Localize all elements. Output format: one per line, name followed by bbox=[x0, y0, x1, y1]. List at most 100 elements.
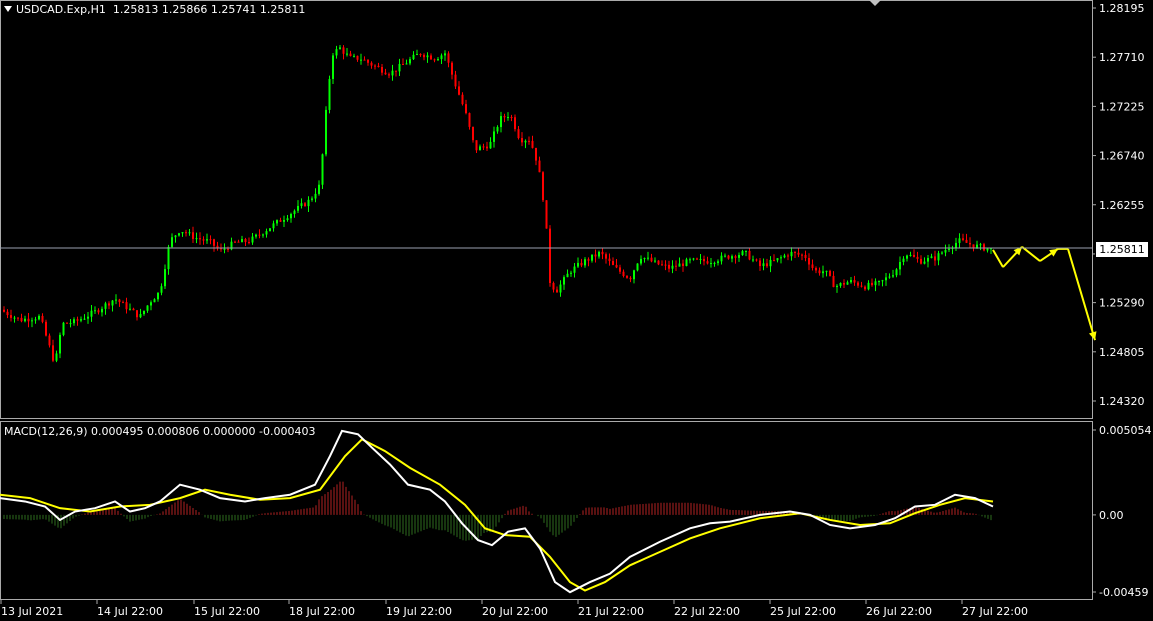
candle-body bbox=[97, 310, 100, 313]
candle-body bbox=[41, 315, 44, 322]
candle-body bbox=[363, 59, 366, 61]
candle-body bbox=[374, 65, 376, 67]
price-tick-label: 1.26255 bbox=[1099, 199, 1145, 212]
candle-body bbox=[703, 258, 705, 262]
candle-body bbox=[90, 310, 93, 317]
candle-body bbox=[937, 253, 940, 261]
collapse-triangle-icon[interactable] bbox=[4, 6, 12, 12]
candle-body bbox=[146, 305, 149, 311]
candle-body bbox=[286, 218, 289, 221]
candle-body bbox=[342, 47, 345, 54]
candle-body bbox=[580, 262, 583, 266]
candle-body bbox=[731, 256, 733, 259]
candle-body bbox=[489, 141, 492, 149]
candle-body bbox=[528, 140, 530, 142]
candle-body bbox=[262, 234, 264, 236]
candle-body bbox=[727, 255, 730, 259]
candle-body bbox=[38, 315, 40, 320]
candle-body bbox=[388, 74, 390, 76]
price-tick-label: 1.27710 bbox=[1099, 51, 1145, 64]
candle-body bbox=[857, 282, 859, 286]
candle-body bbox=[174, 235, 177, 238]
candle-body bbox=[181, 232, 184, 234]
candle-body bbox=[202, 239, 205, 241]
candle-body bbox=[297, 205, 299, 211]
time-tick-label: 15 Jul 22:00 bbox=[194, 605, 260, 618]
candle-body bbox=[426, 55, 429, 58]
candle-body bbox=[825, 270, 828, 272]
candle-body bbox=[398, 63, 401, 72]
price-tick-label: 1.25290 bbox=[1099, 297, 1145, 310]
candle-body bbox=[472, 126, 474, 141]
candle-body bbox=[129, 308, 131, 310]
candle-body bbox=[563, 277, 565, 285]
candle-body bbox=[916, 256, 919, 259]
chart-shift-marker[interactable] bbox=[869, 0, 881, 6]
candle-body bbox=[552, 282, 555, 290]
macd-tick-label: 0.00 bbox=[1099, 509, 1124, 522]
candle-body bbox=[657, 260, 660, 265]
candle-body bbox=[192, 232, 194, 239]
candle-body bbox=[367, 59, 369, 63]
candle-body bbox=[164, 269, 166, 287]
candle-body bbox=[696, 258, 698, 260]
candle-body bbox=[6, 311, 9, 316]
candle-body bbox=[934, 256, 936, 261]
candle-body bbox=[668, 264, 670, 269]
candle-body bbox=[675, 265, 677, 267]
candle-body bbox=[227, 248, 229, 250]
candle-body bbox=[587, 259, 590, 261]
candle-body bbox=[108, 303, 110, 306]
candle-body bbox=[454, 74, 457, 87]
candle-body bbox=[944, 249, 947, 253]
candle-body bbox=[213, 239, 215, 246]
candle-body bbox=[545, 200, 548, 229]
candle-body bbox=[94, 310, 96, 312]
candle-body bbox=[475, 140, 478, 151]
candle-body bbox=[314, 193, 317, 199]
candle-body bbox=[150, 302, 152, 306]
candle-body bbox=[55, 353, 58, 361]
candle-body bbox=[843, 282, 845, 285]
candle-body bbox=[503, 116, 506, 118]
ohlc-values: 1.25813 1.25866 1.25741 1.25811 bbox=[112, 3, 306, 16]
candle-body bbox=[972, 244, 975, 248]
candle-body bbox=[601, 251, 604, 255]
trading-chart[interactable]: 1.281951.277101.272251.267401.262551.257… bbox=[0, 0, 1153, 621]
candle-body bbox=[139, 314, 142, 318]
candle-body bbox=[27, 318, 30, 322]
price-tick-label: 1.24805 bbox=[1099, 346, 1145, 359]
candle-body bbox=[132, 308, 135, 311]
candle-body bbox=[269, 228, 271, 232]
candle-body bbox=[377, 65, 380, 67]
candle-body bbox=[206, 239, 208, 241]
candle-body bbox=[223, 248, 226, 250]
candle-body bbox=[339, 47, 341, 50]
candle-body bbox=[479, 146, 481, 151]
time-tick-label: 25 Jul 22:00 bbox=[770, 605, 836, 618]
candle-body bbox=[955, 242, 957, 248]
candle-body bbox=[902, 258, 905, 262]
chart-header: USDCAD.Exp,H1 1.25813 1.25866 1.25741 1.… bbox=[4, 3, 305, 16]
candle-body bbox=[521, 138, 523, 143]
candle-body bbox=[717, 261, 719, 263]
candle-body bbox=[692, 258, 695, 260]
time-tick-label: 20 Jul 22:00 bbox=[482, 605, 548, 618]
candle-body bbox=[167, 246, 170, 270]
candle-body bbox=[101, 308, 103, 313]
candle-body bbox=[136, 310, 138, 318]
current-price-tag: 1.25811 bbox=[1095, 241, 1149, 258]
time-tick-label: 13 Jul 2021 bbox=[1, 605, 63, 618]
candle-body bbox=[797, 252, 800, 255]
price-tick-label: 1.24320 bbox=[1099, 395, 1145, 408]
candle-body bbox=[559, 284, 562, 293]
price-tick-label: 1.28195 bbox=[1099, 2, 1145, 15]
price-axis[interactable]: 1.281951.277101.272251.267401.262551.257… bbox=[1092, 2, 1145, 408]
candle-body bbox=[510, 117, 513, 119]
candle-body bbox=[304, 203, 306, 207]
candle-body bbox=[745, 250, 747, 252]
candle-body bbox=[769, 259, 772, 267]
macd-tick-label: -0.00459 bbox=[1099, 586, 1148, 599]
candle-body bbox=[517, 129, 520, 139]
candle-body bbox=[52, 345, 54, 361]
